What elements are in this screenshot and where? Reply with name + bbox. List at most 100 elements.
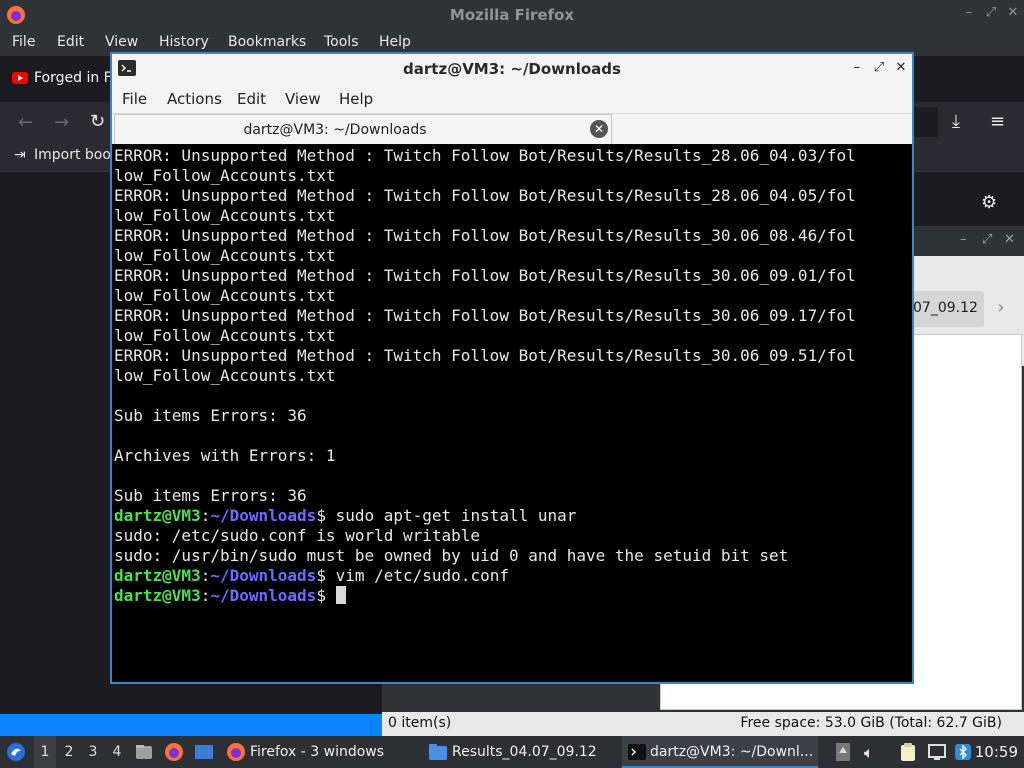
terminal-title: dartz@VM3: ~/Downloads [403, 60, 621, 78]
browser-tab[interactable]: Forged in Fi [6, 64, 115, 94]
fm-close-icon[interactable]: ✕ [1004, 232, 1015, 247]
fm-maximize-icon[interactable]: ⤢ [982, 232, 992, 247]
output-line: low_Follow_Accounts.txt [114, 326, 336, 345]
workspace-1[interactable]: 1 [35, 744, 55, 760]
prompt-sep: : [200, 566, 211, 585]
prompt-sep: : [200, 506, 211, 525]
workspace-2[interactable]: 2 [59, 744, 79, 760]
youtube-icon [12, 72, 28, 84]
clipboard-icon[interactable] [900, 742, 916, 762]
reload-icon[interactable]: ↻ [90, 111, 105, 132]
firefox-task-icon [226, 742, 246, 762]
download-icon[interactable]: ⤓ [952, 111, 960, 132]
prompt-dollar: $ [316, 566, 326, 585]
output-line: sudo: /etc/sudo.conf is world writable [114, 526, 481, 545]
output-line: ERROR: Unsupported Method : Twitch Follo… [114, 306, 856, 325]
output-line: sudo: /usr/bin/sudo must be owned by uid… [114, 546, 789, 565]
workspace-4[interactable]: 4 [107, 744, 127, 760]
settings-gear-icon[interactable]: ⚙ [981, 192, 997, 213]
command-input[interactable] [326, 586, 336, 605]
show-desktop-icon[interactable] [194, 742, 214, 762]
terminal-menu-view[interactable]: View [285, 90, 321, 108]
output-line: Sub items Errors: 36 [114, 406, 307, 425]
output-line: ERROR: Unsupported Method : Twitch Follo… [114, 226, 856, 245]
terminal-menu-help[interactable]: Help [339, 90, 373, 108]
terminal-window: dartz@VM3: ~/Downloads – ⤢ ✕ File Action… [110, 52, 914, 684]
firefox-titlebar[interactable]: Mozilla Firefox – ⤢ ✕ [0, 0, 1024, 30]
menu-bookmarks[interactable]: Bookmarks [228, 34, 306, 50]
breadcrumb-folder[interactable]: 07_09.12 [910, 291, 984, 327]
clock[interactable]: 10:59 [975, 743, 1018, 761]
terminal-tab[interactable]: dartz@VM3: ~/Downloads ✕ [114, 114, 612, 144]
urlbar-end[interactable] [914, 107, 938, 137]
terminal-output[interactable]: ERROR: Unsupported Method : Twitch Follo… [114, 146, 912, 682]
firefox-window-title: Mozilla Firefox [449, 6, 575, 24]
task-file-manager[interactable]: Results_04.07_09.12 [424, 736, 620, 768]
terminal-titlebar[interactable]: dartz@VM3: ~/Downloads – ⤢ ✕ [112, 54, 912, 84]
menu-edit[interactable]: Edit [57, 34, 84, 50]
start-menu-icon[interactable] [6, 742, 26, 762]
import-bookmarks-link[interactable]: Import bool [34, 147, 115, 163]
terminal-menu-file[interactable]: File [122, 90, 147, 108]
command-text: sudo apt-get install unar [325, 506, 577, 525]
prompt-user: dartz@VM3 [114, 506, 201, 525]
menu-file[interactable]: File [12, 34, 35, 50]
terminal-task-icon [628, 744, 646, 760]
firefox-launcher-icon[interactable] [164, 742, 184, 762]
file-manager-launcher-icon[interactable] [134, 742, 154, 762]
tray-up-icon[interactable] [834, 742, 852, 762]
terminal-menu-actions[interactable]: Actions [167, 90, 222, 108]
menu-view[interactable]: View [105, 34, 138, 50]
terminal-maximize-icon[interactable]: ⤢ [872, 61, 886, 75]
menu-tools[interactable]: Tools [324, 34, 359, 50]
back-icon[interactable]: ← [18, 112, 33, 133]
tab-close-icon[interactable]: ✕ [590, 120, 608, 138]
prompt-line: dartz@VM3:~/Downloads$ sudo apt-get inst… [114, 506, 912, 526]
breadcrumb-next-icon[interactable]: › [987, 291, 1015, 327]
fm-titlebar[interactable]: – ⤢ ✕ [912, 226, 1024, 256]
folder-task-icon [428, 743, 448, 761]
prompt-sep: : [200, 586, 211, 605]
task-firefox[interactable]: Firefox - 3 windows [222, 736, 418, 768]
import-icon: ⇥ [14, 147, 26, 163]
bluetooth-icon[interactable] [954, 743, 972, 761]
output-line: ERROR: Unsupported Method : Twitch Follo… [114, 146, 856, 165]
tab-label: Forged in Fi [34, 70, 115, 86]
output-line: low_Follow_Accounts.txt [114, 286, 336, 305]
volume-icon[interactable]: 🔈︎ [864, 743, 874, 763]
network-icon[interactable] [928, 743, 946, 761]
menu-help[interactable]: Help [379, 34, 411, 50]
task-terminal[interactable]: dartz@VM3: ~/Downl... [622, 736, 818, 768]
workspace-3[interactable]: 3 [83, 744, 103, 760]
terminal-close-icon[interactable]: ✕ [894, 61, 908, 75]
prompt-line: dartz@VM3:~/Downloads$ vim /etc/sudo.con… [114, 566, 912, 586]
command-text: vim /etc/sudo.conf [325, 566, 509, 585]
close-icon[interactable]: ✕ [1006, 6, 1020, 20]
maximize-icon[interactable]: ⤢ [984, 6, 998, 20]
minimize-icon[interactable]: – [962, 6, 976, 20]
terminal-minimize-icon[interactable]: – [850, 61, 864, 75]
terminal-tab-label: dartz@VM3: ~/Downloads [243, 122, 427, 138]
forward-icon[interactable]: → [54, 112, 69, 133]
progress-bar [0, 714, 382, 736]
terminal-cursor [335, 586, 346, 604]
fm-minimize-icon[interactable]: – [960, 232, 967, 247]
terminal-menu-edit[interactable]: Edit [237, 90, 266, 108]
terminal-tabbar: dartz@VM3: ~/Downloads ✕ [112, 114, 912, 144]
task-label: Firefox - 3 windows [250, 744, 385, 760]
taskbar: 1 2 3 4 Firefox - 3 windows Results_04.0… [0, 736, 1024, 768]
output-line: ERROR: Unsupported Method : Twitch Follo… [114, 346, 856, 365]
output-line: ERROR: Unsupported Method : Twitch Follo… [114, 186, 856, 205]
output-line: low_Follow_Accounts.txt [114, 206, 336, 225]
output-line: Sub items Errors: 36 [114, 486, 307, 505]
free-space: Free space: 53.0 GiB (Total: 62.7 GiB) [740, 715, 1002, 731]
prompt-path: ~/Downloads [210, 566, 317, 585]
output-line: low_Follow_Accounts.txt [114, 246, 336, 265]
output-line: low_Follow_Accounts.txt [114, 366, 336, 385]
menu-history[interactable]: History [159, 34, 209, 50]
output-line: low_Follow_Accounts.txt [114, 166, 336, 185]
hamburger-menu-icon[interactable]: ≡ [990, 111, 1005, 132]
